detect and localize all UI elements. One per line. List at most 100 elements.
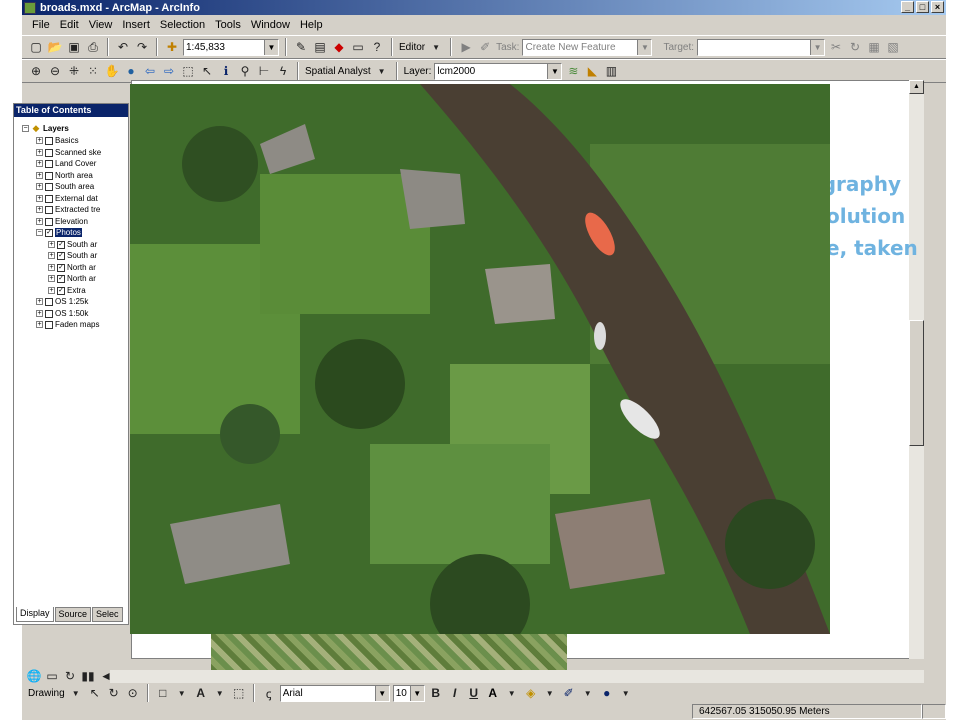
layer-checkbox[interactable] [45, 320, 53, 329]
fill-color-icon[interactable]: ◈ [523, 685, 539, 701]
chevron-down-icon[interactable]: ▼ [428, 39, 444, 55]
collapse-icon[interactable]: − [36, 229, 43, 236]
menu-edit[interactable]: Edit [58, 19, 81, 31]
layer-checkbox[interactable] [45, 136, 53, 145]
toc-layer[interactable]: + South area [36, 181, 94, 192]
toc-root[interactable]: − ◆ Layers [22, 123, 69, 134]
chevron-down-icon[interactable]: ▼ [409, 685, 424, 701]
chevron-down-icon[interactable]: ▼ [637, 39, 652, 55]
chevron-down-icon[interactable]: ▼ [547, 63, 562, 79]
pause-drawing-icon[interactable]: ▮▮ [80, 668, 96, 684]
add-data-icon[interactable]: ✚ [164, 39, 180, 55]
layer-checkbox[interactable] [45, 148, 53, 157]
expand-icon[interactable]: + [36, 183, 43, 190]
chevron-down-icon[interactable]: ▼ [174, 685, 190, 701]
chevron-down-icon[interactable]: ▼ [580, 685, 596, 701]
layer-checkbox[interactable]: ✓ [57, 251, 65, 260]
zoom-to-selected-icon[interactable]: ⊙ [125, 685, 141, 701]
layer-checkbox[interactable]: ✓ [57, 274, 65, 283]
identify-icon[interactable]: ℹ [218, 63, 234, 79]
tab-display[interactable]: Display [16, 607, 54, 622]
vertical-scrollbar[interactable]: ▲ [909, 80, 924, 659]
chevron-down-icon[interactable]: ▼ [504, 685, 520, 701]
hyperlink-icon[interactable]: ϟ [275, 63, 291, 79]
toc-layer[interactable]: + Land Cover [36, 158, 96, 169]
full-extent-icon[interactable]: ● [123, 63, 139, 79]
expand-icon[interactable]: + [36, 218, 43, 225]
layer-checkbox[interactable] [45, 159, 53, 168]
expand-icon[interactable]: + [48, 264, 55, 271]
layer-checkbox[interactable] [45, 297, 53, 306]
menu-insert[interactable]: Insert [120, 19, 152, 31]
horizontal-scrollbar[interactable] [110, 670, 924, 683]
menu-selection[interactable]: Selection [158, 19, 207, 31]
toc-layer[interactable]: − ✓ Photos [36, 227, 82, 238]
toc-layer[interactable]: + Basics [36, 135, 79, 146]
histogram-icon[interactable]: ◣ [584, 63, 600, 79]
expand-icon[interactable]: + [36, 137, 43, 144]
toc-layer[interactable]: + External dat [36, 193, 98, 204]
tab-selection[interactable]: Selec [92, 607, 123, 622]
chevron-down-icon[interactable]: ▼ [374, 685, 389, 701]
raster-calculator-icon[interactable]: ▥ [603, 63, 619, 79]
toc-window-icon[interactable]: ▤ [312, 39, 328, 55]
forward-extent-icon[interactable]: ⇨ [161, 63, 177, 79]
attributes-icon[interactable]: ▦ [866, 39, 882, 55]
menu-window[interactable]: Window [249, 19, 292, 31]
layer-checkbox[interactable]: ✓ [57, 240, 65, 249]
tab-source[interactable]: Source [54, 607, 92, 622]
fixed-zoom-in-icon[interactable]: ⁜ [66, 63, 82, 79]
whats-this-icon[interactable]: ? [369, 39, 385, 55]
sketch-properties-icon[interactable]: ▧ [885, 39, 901, 55]
save-icon[interactable]: ▣ [66, 39, 82, 55]
toc-layer[interactable]: + OS 1:50k [36, 308, 88, 319]
select-elements-icon[interactable]: ↖ [199, 63, 215, 79]
layer-checkbox[interactable]: ✓ [57, 286, 65, 295]
line-color-icon[interactable]: ✐ [561, 685, 577, 701]
spatial-analyst-menu[interactable]: Spatial Analyst [305, 66, 371, 77]
chevron-down-icon[interactable]: ▼ [810, 39, 825, 55]
italic-button[interactable]: I [447, 685, 463, 701]
expand-icon[interactable]: + [36, 149, 43, 156]
refresh-icon[interactable]: ↻ [62, 668, 78, 684]
contour-icon[interactable]: ≋ [565, 63, 581, 79]
redo-icon[interactable]: ↷ [134, 39, 150, 55]
rectangle-tool-icon[interactable]: □ [155, 685, 171, 701]
undo-icon[interactable]: ↶ [115, 39, 131, 55]
font-size-combo[interactable]: 10 ▼ [392, 684, 425, 702]
expand-icon[interactable]: + [36, 310, 43, 317]
toc-sublayer[interactable]: + ✓ North ar [48, 273, 96, 284]
print-icon[interactable]: ⎙ [85, 39, 101, 55]
toc-sublayer[interactable]: + ✓ South ar [48, 250, 97, 261]
measure-icon[interactable]: ⊢ [256, 63, 272, 79]
toc-layer[interactable]: + Extracted tre [36, 204, 100, 215]
zoom-in-icon[interactable]: ⊕ [28, 63, 44, 79]
layer-checkbox[interactable]: ✓ [45, 228, 53, 237]
expand-icon[interactable]: + [48, 287, 55, 294]
toc-sublayer[interactable]: + ✓ Extra [48, 285, 86, 296]
minimize-button[interactable]: _ [901, 1, 914, 13]
edit-tool-icon[interactable]: ▶ [458, 39, 474, 55]
layer-checkbox[interactable]: ✓ [57, 263, 65, 272]
menu-view[interactable]: View [87, 19, 115, 31]
chevron-down-icon[interactable]: ▼ [618, 685, 634, 701]
text-tool-icon[interactable]: A [193, 685, 209, 701]
arctoolbox-icon[interactable]: ◆ [331, 39, 347, 55]
layer-checkbox[interactable] [45, 205, 53, 214]
scroll-up-icon[interactable]: ▲ [909, 80, 924, 94]
select-features-icon[interactable]: ⬚ [180, 63, 196, 79]
toc-layer[interactable]: + Scanned ske [36, 147, 101, 158]
task-combo[interactable]: Create New Feature ▼ [522, 38, 653, 56]
open-folder-icon[interactable]: 📂 [47, 39, 63, 55]
expand-icon[interactable]: + [48, 252, 55, 259]
font-name-combo[interactable]: Arial ▼ [279, 684, 390, 702]
chevron-down-icon[interactable]: ▼ [374, 63, 390, 79]
split-tool-icon[interactable]: ✂ [828, 39, 844, 55]
chevron-down-icon[interactable]: ▼ [264, 39, 278, 55]
edit-vertices-icon[interactable]: ⬚ [231, 685, 247, 701]
font-color-icon[interactable]: A [485, 685, 501, 701]
layout-view-icon[interactable]: ▭ [44, 668, 60, 684]
layer-checkbox[interactable] [45, 309, 53, 318]
marker-color-icon[interactable]: ● [599, 685, 615, 701]
map-scale-combo[interactable]: 1:45,833 ▼ [183, 38, 279, 56]
